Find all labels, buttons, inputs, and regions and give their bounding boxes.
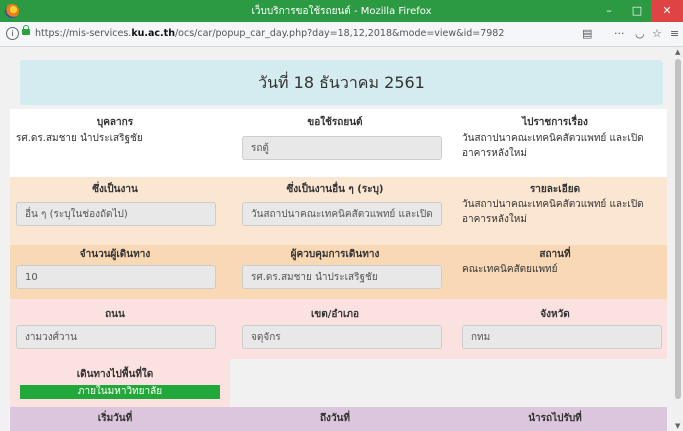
vehicle-type-field[interactable]: รถตู้	[242, 136, 442, 160]
location-label: สถานที่	[539, 249, 571, 260]
window-title: เว็บบริการขอใช้รถยนต์ - Mozilla Firefox	[251, 6, 432, 17]
scroll-down-icon[interactable]: ▼	[675, 422, 680, 430]
vehicle-type-label: ขอใช้รถยนต์	[307, 117, 363, 128]
pickup-location-label: นำรถไปรับที่	[528, 413, 582, 424]
details-label: รายละเอียด	[529, 184, 581, 195]
row-personnel: บุคลากร รศ.ดร.สมชาย นำประเสริฐชัย ขอใช้ร…	[10, 109, 667, 177]
scrollbar-thumb[interactable]	[675, 59, 681, 399]
traveler-count-field[interactable]: 10	[16, 265, 216, 289]
district-field[interactable]: จตุจักร	[242, 325, 442, 349]
other-job-label: ซึ่งเป็นงานอื่น ๆ (ระบุ)	[286, 184, 384, 195]
address-bar[interactable]: i https://mis-services.ku.ac.th/ocs/car/…	[0, 22, 683, 47]
location-value: คณะเทคนิคสัตยแพทย์	[462, 264, 558, 275]
info-icon[interactable]: i	[6, 27, 19, 40]
travel-area-label: เดินทางไปพื้นที่ใด	[76, 369, 154, 380]
trip-controller-label: ผู้ควบคุมการเดินทาง	[290, 249, 380, 260]
pocket-icon[interactable]: ◡	[635, 27, 645, 40]
details-value: วันสถาปนาคณะเทคนิคสัตวแพทย์ และเปิด อาคา…	[462, 199, 644, 225]
url-text[interactable]: https://mis-services.ku.ac.th/ocs/car/po…	[35, 28, 504, 39]
road-label: ถนน	[105, 309, 125, 320]
travel-area-badge: ภายในมหาวิทยาลัย	[20, 385, 220, 399]
lock-icon[interactable]	[22, 25, 30, 35]
trip-controller-field[interactable]: รศ.ดร.สมชาย นำประเสริฐชัย	[242, 265, 442, 289]
page-title: วันที่ 18 ธันวาคม 2561	[20, 60, 663, 105]
more-icon[interactable]: ···	[614, 27, 625, 40]
bookmark-star-icon[interactable]: ☆	[652, 27, 662, 40]
purpose-value: วันสถาปนาคณะเทคนิคสัตวแพทย์ และเปิด อาคา…	[462, 133, 644, 159]
job-type-field[interactable]: อื่น ๆ (ระบุในช่องถัดไป)	[16, 202, 216, 226]
row-address: ถนน งามวงศ์วาน เขต/อำเภอ จตุจักร จังหวัด…	[10, 299, 667, 359]
traveler-count-label: จำนวนผู้เดินทาง	[79, 249, 151, 260]
maximize-button[interactable]: □	[623, 0, 651, 22]
district-label: เขต/อำเภอ	[310, 309, 360, 320]
start-date-label: เริ่มวันที่	[97, 413, 133, 424]
page-scrollbar[interactable]: ▲ ▼	[673, 47, 683, 431]
row-dates: เริ่มวันที่ ถึงวันที่ นำรถไปรับที่	[10, 407, 667, 431]
window-titlebar: เว็บบริการขอใช้รถยนต์ - Mozilla Firefox …	[0, 0, 683, 22]
row-area: เดินทางไปพื้นที่ใด ภายในมหาวิทยาลัย	[10, 359, 230, 407]
url-path: /ocs/car/popup_car_day.php?day=18,12,201…	[174, 28, 505, 39]
purpose-label: ไปราชการเรื่อง	[522, 117, 588, 128]
row-job-type: ซึ่งเป็นงาน อื่น ๆ (ระบุในช่องถัดไป) ซึ่…	[10, 177, 667, 245]
province-label: จังหวัด	[540, 309, 570, 320]
url-domain: ku.ac.th	[131, 28, 175, 39]
close-button[interactable]: ✕	[651, 0, 683, 22]
url-prefix: https://mis-services.	[35, 28, 132, 39]
personnel-label: บุคลากร	[96, 117, 134, 128]
end-date-label: ถึงวันที่	[320, 413, 350, 424]
road-field[interactable]: งามวงศ์วาน	[16, 325, 216, 349]
reader-icon[interactable]: ▤	[582, 27, 592, 40]
row-travelers: จำนวนผู้เดินทาง 10 ผู้ควบคุมการเดินทาง ร…	[10, 245, 667, 299]
province-field[interactable]: กทม	[462, 325, 662, 349]
menu-icon[interactable]: ≡	[670, 27, 679, 40]
job-type-label: ซึ่งเป็นงาน	[92, 184, 138, 195]
page-content: วันที่ 18 ธันวาคม 2561 บุคลากร รศ.ดร.สมช…	[0, 47, 673, 431]
other-job-field[interactable]: วันสถาปนาคณะเทคนิคสัตวแพทย์ และเปิด	[242, 202, 442, 226]
personnel-value: รศ.ดร.สมชาย นำประเสริฐชัย	[16, 133, 143, 144]
minimize-button[interactable]: –	[595, 0, 623, 22]
scroll-up-icon[interactable]: ▲	[675, 48, 680, 56]
